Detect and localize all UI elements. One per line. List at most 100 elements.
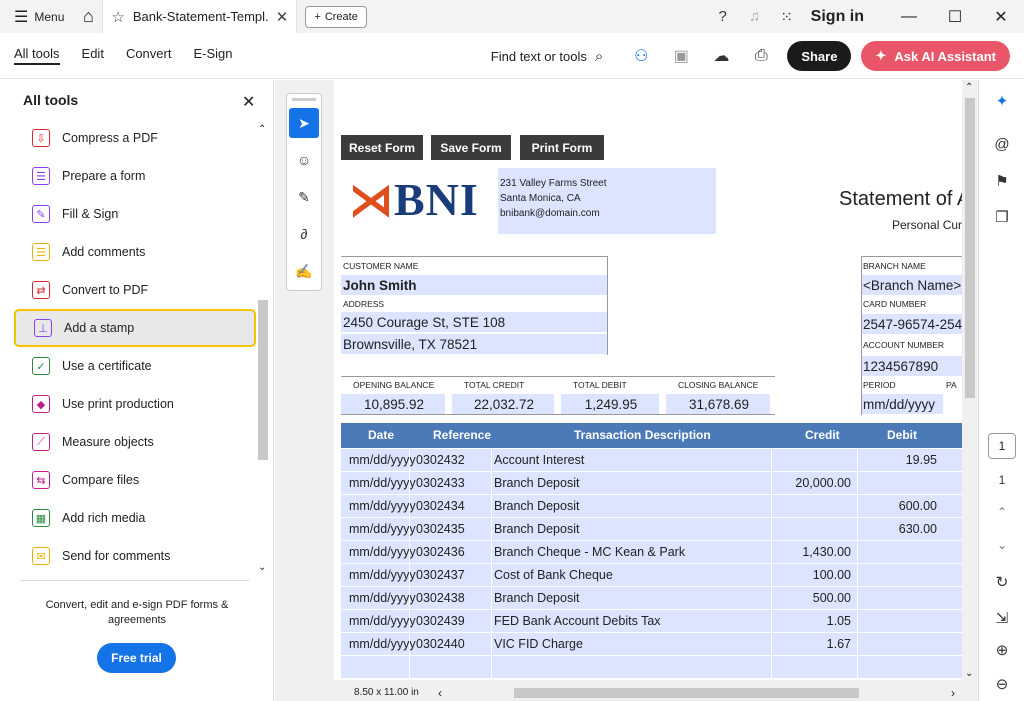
period-field[interactable]: mm/dd/yyyy: [861, 394, 943, 414]
draw-lasso-icon[interactable]: ∂: [289, 219, 319, 249]
scroll-up-icon[interactable]: ⌃: [965, 82, 973, 93]
table-row[interactable]: [341, 656, 962, 679]
cell-ref: 0302432: [416, 453, 465, 467]
balance-field[interactable]: 31,678.69: [666, 394, 770, 414]
bell-icon[interactable]: ♫: [739, 8, 771, 25]
print-form-button[interactable]: Print Form: [520, 135, 604, 160]
find-tools-button[interactable]: Find text or tools ⌕: [491, 48, 622, 65]
tool-item-stamp[interactable]: ⊥ Add a stamp: [14, 309, 256, 347]
bank-address-field[interactable]: 231 Valley Farms Street Santa Monica, CA…: [498, 168, 716, 234]
tool-item-measure[interactable]: ⟋ Measure objects: [14, 423, 256, 461]
tool-item-print-production[interactable]: ◆ Use print production: [14, 385, 256, 423]
upload-cloud-icon[interactable]: ☁: [701, 46, 741, 66]
address-line: bnibank@domain.com: [500, 208, 600, 219]
refresh-icon[interactable]: ↻: [979, 573, 1024, 591]
pages-icon[interactable]: ❐: [979, 208, 1024, 226]
tool-item-form[interactable]: ☰ Prepare a form: [14, 157, 256, 195]
tool-item-comment[interactable]: ☰ Add comments: [14, 233, 256, 271]
bank-name: BNI: [394, 174, 479, 225]
minimize-icon[interactable]: —: [886, 8, 932, 26]
account-number-field[interactable]: 1234567890: [861, 356, 962, 376]
address-line: Santa Monica, CA: [500, 193, 581, 204]
table-row[interactable]: mm/dd/yyyy 0302437 Cost of Bank Cheque 100.…: [341, 564, 962, 587]
apps-grid-icon[interactable]: ⁙: [771, 8, 803, 26]
highlight-pen-icon[interactable]: ✎: [289, 182, 319, 212]
document-tab[interactable]: ☆ Bank-Statement-Templ... ✕: [102, 0, 298, 33]
previous-page-icon[interactable]: ⌃: [979, 505, 1024, 519]
tab-convert[interactable]: Convert: [126, 46, 172, 65]
zoom-in-icon[interactable]: ⊕: [979, 641, 1024, 659]
balance-field[interactable]: 10,895.92: [341, 394, 445, 414]
tab-all-tools[interactable]: All tools: [14, 46, 60, 65]
balance-field[interactable]: 22,032.72: [452, 394, 554, 414]
add-comment-icon[interactable]: ☺: [289, 145, 319, 175]
scroll-left-icon[interactable]: ‹: [438, 686, 442, 700]
cell-divider: [409, 633, 410, 656]
card-number-field[interactable]: 2547-96574-254: [861, 314, 962, 334]
table-row[interactable]: mm/dd/yyyy 0302440 VIC FID Charge 1.67: [341, 633, 962, 656]
document-horizontal-scrollbar[interactable]: 8.50 x 11.00 in ‹ ›: [334, 684, 962, 701]
tool-item-compare[interactable]: ⇆ Compare files: [14, 461, 256, 499]
home-icon[interactable]: ⌂: [74, 6, 102, 27]
panel-scroll-thumb[interactable]: [258, 300, 268, 460]
create-button[interactable]: + Create: [305, 5, 367, 28]
zoom-out-icon[interactable]: ⊖: [979, 675, 1024, 693]
document-vertical-scrollbar[interactable]: ⌃ ⌄: [962, 80, 978, 684]
panel-title: All tools: [23, 92, 79, 108]
balance-label: TOTAL CREDIT: [464, 380, 525, 390]
tool-item-certificate[interactable]: ✓ Use a certificate: [14, 347, 256, 385]
sign-pen-icon[interactable]: ✍: [289, 256, 319, 286]
ai-summary-icon[interactable]: ✦: [979, 92, 1024, 110]
free-trial-button[interactable]: Free trial: [97, 643, 176, 673]
ai-tools-icon[interactable]: ⚇: [621, 46, 661, 66]
scroll-down-icon[interactable]: ⌄: [258, 562, 266, 573]
close-window-icon[interactable]: ✕: [978, 7, 1024, 27]
scroll-down-icon[interactable]: ⌄: [965, 668, 973, 679]
menu-button[interactable]: ☰ Menu: [0, 7, 74, 27]
tool-item-convert-pdf[interactable]: ⇄ Convert to PDF: [14, 271, 256, 309]
tool-item-rich-media[interactable]: ▦ Add rich media: [14, 499, 256, 537]
table-row[interactable]: mm/dd/yyyy 0302432 Account Interest 19.95: [341, 449, 962, 472]
table-row[interactable]: mm/dd/yyyy 0302438 Branch Deposit 500.00: [341, 587, 962, 610]
print-icon[interactable]: ⎙: [741, 47, 781, 65]
vertical-scroll-thumb[interactable]: [965, 98, 975, 398]
select-cursor-icon[interactable]: ➤: [289, 108, 319, 138]
tool-item-fill-sign[interactable]: ✎ Fill & Sign: [14, 195, 256, 233]
maximize-icon[interactable]: ☐: [932, 7, 978, 27]
scroll-right-icon[interactable]: ›: [951, 686, 955, 700]
drag-handle[interactable]: [292, 98, 316, 101]
scroll-up-icon[interactable]: ⌃: [258, 124, 266, 135]
save-form-button[interactable]: Save Form: [431, 135, 511, 160]
reset-form-button[interactable]: Reset Form: [341, 135, 423, 160]
bookmark-icon[interactable]: ⚑: [979, 172, 1024, 190]
tool-item-send-comments[interactable]: ✉ Send for comments: [14, 537, 256, 575]
branch-name-field[interactable]: <Branch Name>: [861, 275, 962, 295]
table-row[interactable]: mm/dd/yyyy 0302439 FED Bank Account Debits…: [341, 610, 962, 633]
next-page-icon[interactable]: ⌄: [979, 538, 1024, 552]
balance-field[interactable]: 1,249.95: [561, 394, 659, 414]
ai-assistant-button[interactable]: ✦ Ask AI Assistant: [861, 41, 1010, 71]
table-row[interactable]: mm/dd/yyyy 0302436 Branch Cheque - MC Kean…: [341, 541, 962, 564]
close-tab-icon[interactable]: ✕: [276, 8, 289, 26]
share-button[interactable]: Share: [787, 41, 852, 71]
comment-icon: ☰: [32, 243, 50, 261]
tool-item-compress-pdf[interactable]: ⇩ Compress a PDF: [14, 119, 256, 157]
address-line1-field[interactable]: 2450 Courage St, STE 108: [341, 312, 607, 332]
tab-esign[interactable]: E-Sign: [193, 46, 232, 65]
table-row[interactable]: mm/dd/yyyy 0302434 Branch Deposit 600.00: [341, 495, 962, 518]
sign-in-button[interactable]: Sign in: [803, 8, 886, 26]
page-number-input[interactable]: 1: [988, 433, 1016, 459]
help-icon[interactable]: ?: [707, 8, 739, 25]
star-icon[interactable]: ☆: [111, 8, 124, 26]
address-line2-field[interactable]: Brownsville, TX 78521: [341, 334, 607, 354]
panel-scrollbar[interactable]: ⌃ ⌄: [256, 120, 270, 580]
tab-edit[interactable]: Edit: [82, 46, 104, 65]
table-row[interactable]: mm/dd/yyyy 0302433 Branch Deposit 20,000.00: [341, 472, 962, 495]
customer-name-field[interactable]: John Smith: [341, 275, 607, 295]
close-panel-icon[interactable]: ✕: [242, 92, 255, 112]
table-row[interactable]: mm/dd/yyyy 0302435 Branch Deposit 630.00: [341, 518, 962, 541]
save-icon[interactable]: ▣: [661, 46, 701, 66]
fit-page-icon[interactable]: ⇲: [979, 609, 1024, 627]
comments-icon[interactable]: @: [979, 136, 1024, 153]
horizontal-scroll-thumb[interactable]: [514, 688, 859, 698]
